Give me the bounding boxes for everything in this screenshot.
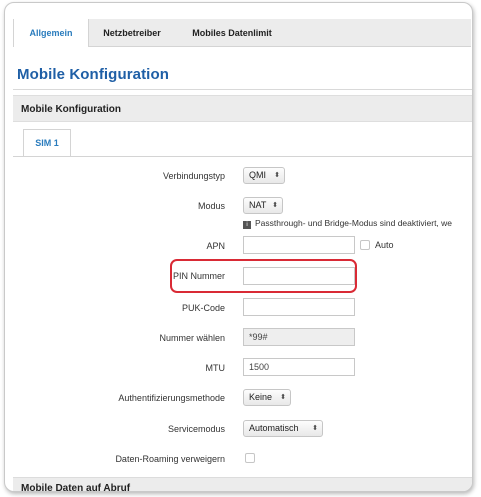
tab-bar: Allgemein Netzbetreiber Mobiles Datenlim… <box>13 19 471 47</box>
nummer-input[interactable]: *99# <box>243 328 355 346</box>
select-arrows-icon: ⬍ <box>272 202 278 209</box>
auth-label: Authentifizierungsmethode <box>118 393 225 403</box>
bridge-mode-hint: i Passthrough- und Bridge-Modus sind deak… <box>243 218 452 229</box>
tab-allgemein[interactable]: Allgemein <box>13 19 89 47</box>
mobile-data-on-demand-header: Mobile Daten auf Abruf <box>13 477 472 491</box>
roaming-checkbox[interactable] <box>245 453 255 463</box>
nummer-label: Nummer wählen <box>159 333 225 343</box>
pin-highlight-box <box>170 259 357 293</box>
verbindungstyp-label: Verbindungstyp <box>162 171 225 181</box>
apn-label: APN <box>206 241 225 251</box>
apn-input[interactable] <box>243 236 355 254</box>
select-arrows-icon: ⬍ <box>280 394 286 401</box>
info-icon: i <box>243 221 251 229</box>
verbindungstyp-select[interactable]: QMI ⬍ <box>243 167 285 184</box>
page-title: Mobile Konfiguration <box>17 66 169 83</box>
mtu-input[interactable]: 1500 <box>243 358 355 376</box>
apn-auto-checkbox[interactable] <box>360 240 370 250</box>
section-header: Mobile Konfiguration <box>13 95 472 122</box>
modus-label: Modus <box>197 201 225 211</box>
auth-select[interactable]: Keine ⬍ <box>243 389 291 406</box>
browser-frame: Allgemein Netzbetreiber Mobiles Datenlim… <box>4 2 473 492</box>
servicemodus-value: Automatisch <box>249 423 299 433</box>
tab-netzbetreiber[interactable]: Netzbetreiber <box>89 19 175 46</box>
servicemodus-select[interactable]: Automatisch ⬍ <box>243 420 323 437</box>
auth-value: Keine <box>249 392 273 402</box>
select-arrows-icon: ⬍ <box>274 172 280 179</box>
puk-input[interactable] <box>243 298 355 316</box>
modus-value: NAT <box>249 200 267 210</box>
hint-text: Passthrough- und Bridge-Modus sind deakt… <box>255 218 453 228</box>
tab-mobiles-datenlimit[interactable]: Mobiles Datenlimit <box>177 19 287 46</box>
modus-select[interactable]: NAT ⬍ <box>243 197 283 214</box>
servicemodus-label: Servicemodus <box>167 424 225 434</box>
title-divider <box>13 89 472 90</box>
roaming-label: Daten-Roaming verweigern <box>115 454 225 464</box>
tab-sim-1[interactable]: SIM 1 <box>23 129 71 156</box>
select-arrows-icon: ⬍ <box>312 425 318 432</box>
sim-tab-strip: SIM 1 <box>13 129 472 157</box>
apn-auto-label: Auto <box>375 240 394 250</box>
puk-label: PUK-Code <box>181 303 225 313</box>
mtu-label: MTU <box>205 363 226 373</box>
verbindungstyp-value: QMI <box>249 170 266 180</box>
